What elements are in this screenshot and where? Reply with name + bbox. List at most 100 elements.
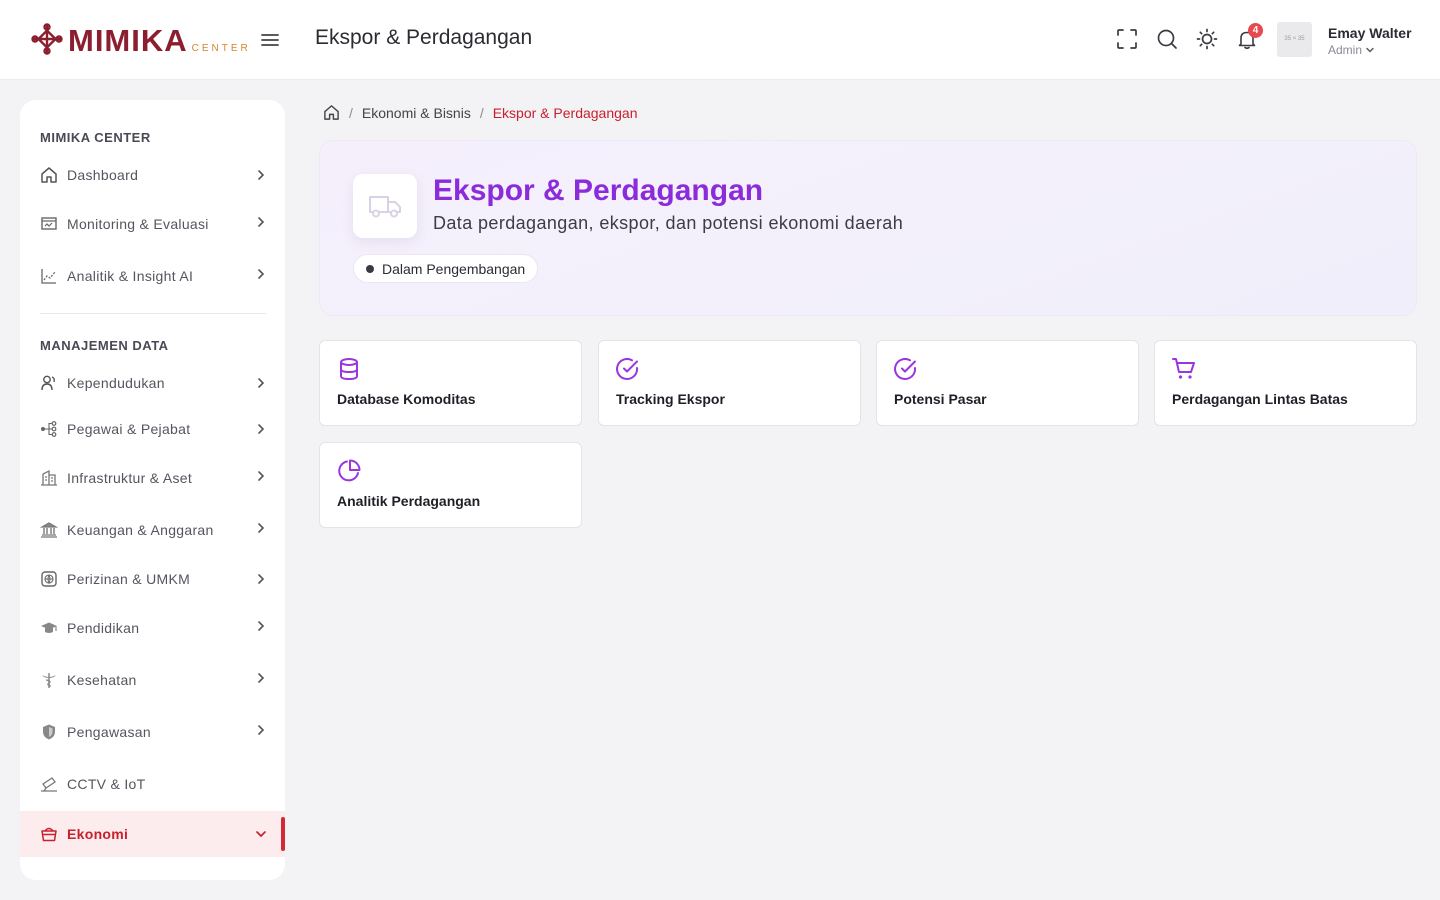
card-label: Analitik Perdagangan	[337, 493, 481, 509]
card-tracking-ekspor[interactable]: Tracking Ekspor	[598, 340, 861, 426]
sidebar-item-dashboard[interactable]: Dashboard	[20, 153, 285, 197]
chevron-right-icon	[258, 574, 265, 584]
card-perdagangan-lintas-batas[interactable]: Perdagangan Lintas Batas	[1154, 340, 1417, 426]
sidebar-item-label: Analitik & Insight AI	[67, 268, 194, 284]
logo-subtext: CENTER	[191, 43, 251, 54]
card-potensi-pasar[interactable]: Potensi Pasar	[876, 340, 1139, 426]
sidebar-item-label: Kependudukan	[67, 375, 165, 391]
hero-subtitle: Data perdagangan, ekspor, dan potensi ek…	[433, 213, 904, 233]
fullscreen-icon[interactable]	[1116, 28, 1138, 50]
search-icon[interactable]	[1156, 28, 1178, 50]
sidebar-item-cctv[interactable]: CCTV & IoT	[20, 762, 285, 806]
sidebar-item-kesehatan[interactable]: Kesehatan	[20, 658, 285, 702]
top-header: MIMIKA CENTER Ekspor & Perdagangan 4 35 …	[0, 0, 1440, 80]
hero-icon-box	[353, 174, 417, 238]
org-chart-icon	[41, 421, 57, 437]
caduceus-icon	[42, 673, 56, 688]
logo-mark-icon	[31, 23, 63, 55]
sidebar-item-label: Infrastruktur & Aset	[67, 470, 193, 486]
home-icon	[41, 167, 57, 183]
card-database-komoditas[interactable]: Database Komoditas	[319, 340, 582, 426]
sidebar-item-label: Dashboard	[67, 167, 139, 183]
sidebar-item-infrastruktur[interactable]: Infrastruktur & Aset	[20, 456, 285, 500]
bank-icon	[40, 522, 58, 538]
building-icon	[41, 469, 57, 486]
graduation-cap-icon	[41, 622, 57, 633]
user-role-label: Admin	[1328, 43, 1363, 57]
card-label: Perdagangan Lintas Batas	[1172, 391, 1348, 407]
logo[interactable]: MIMIKA CENTER	[30, 22, 251, 56]
breadcrumb-separator: /	[349, 104, 353, 121]
shield-icon	[43, 724, 55, 740]
chevron-right-icon	[258, 673, 265, 683]
chevron-right-icon	[258, 523, 265, 533]
sidebar-divider	[40, 313, 266, 314]
sidebar-item-label: Kesehatan	[67, 672, 137, 688]
sidebar-item-ekonomi[interactable]: Ekonomi	[20, 811, 285, 857]
sidebar-section-title: MANAJEMEN DATA	[40, 338, 169, 353]
check-circle-icon	[894, 357, 917, 380]
chevron-right-icon	[258, 269, 265, 279]
license-icon	[41, 571, 57, 587]
logo-text: MIMIKA	[68, 23, 188, 58]
sidebar-item-label: Pegawai & Pejabat	[67, 421, 191, 437]
sidebar-item-label: Ekonomi	[67, 826, 129, 842]
sidebar-item-analitik[interactable]: Analitik & Insight AI	[20, 254, 285, 298]
chevron-right-icon	[258, 170, 265, 180]
chevron-right-icon	[258, 725, 265, 735]
sidebar-item-label: Pendidikan	[67, 620, 140, 636]
page-hero: Ekspor & Perdagangan Data perdagangan, e…	[319, 140, 1417, 316]
cart-icon	[1172, 358, 1195, 379]
sidebar-item-pegawai[interactable]: Pegawai & Pejabat	[20, 407, 285, 451]
user-name[interactable]: Emay Walter	[1328, 25, 1412, 41]
pie-chart-icon	[338, 459, 361, 482]
chart-icon	[41, 269, 56, 284]
basket-icon	[41, 827, 57, 842]
hamburger-menu-icon[interactable]	[260, 30, 280, 50]
sidebar-item-kependudukan[interactable]: Kependudukan	[20, 361, 285, 405]
status-badge: Dalam Pengembangan	[353, 254, 539, 283]
theme-sun-icon[interactable]	[1196, 28, 1218, 50]
card-label: Potensi Pasar	[894, 391, 987, 407]
chevron-down-icon	[256, 831, 266, 838]
sidebar-item-label: Pengawasan	[67, 724, 151, 740]
monitor-icon	[41, 217, 57, 230]
breadcrumb: / Ekonomi & Bisnis / Ekspor & Perdaganga…	[323, 104, 637, 121]
sidebar-item-keuangan[interactable]: Keuangan & Anggaran	[20, 508, 285, 552]
avatar[interactable]: 35 × 35	[1277, 22, 1312, 57]
notification-badge: 4	[1248, 23, 1263, 38]
sidebar-item-label: Perizinan & UMKM	[67, 571, 191, 587]
status-label: Dalam Pengembangan	[382, 260, 526, 277]
card-analitik-perdagangan[interactable]: Analitik Perdagangan	[319, 442, 582, 528]
card-label: Database Komoditas	[337, 391, 476, 407]
sidebar-item-monitoring[interactable]: Monitoring & Evaluasi	[20, 202, 285, 246]
chevron-down-icon	[1366, 47, 1374, 53]
page-title: Ekspor & Perdagangan	[315, 26, 533, 49]
breadcrumb-parent[interactable]: Ekonomi & Bisnis	[362, 105, 471, 121]
camera-icon	[41, 777, 57, 792]
chevron-right-icon	[258, 471, 265, 481]
sidebar-item-pengawasan[interactable]: Pengawasan	[20, 710, 285, 754]
chevron-right-icon	[258, 424, 265, 434]
chevron-right-icon	[258, 378, 265, 388]
chevron-right-icon	[258, 621, 265, 631]
truck-icon	[369, 196, 401, 218]
home-icon[interactable]	[323, 104, 340, 121]
check-circle-icon	[616, 357, 639, 380]
card-label: Tracking Ekspor	[616, 391, 725, 407]
database-icon	[340, 358, 358, 381]
breadcrumb-separator: /	[479, 104, 484, 121]
status-dot-icon	[366, 264, 374, 273]
sidebar-item-label: Keuangan & Anggaran	[67, 522, 214, 538]
sidebar-section-title: MIMIKA CENTER	[40, 130, 151, 145]
hero-title: Ekspor & Perdagangan	[433, 174, 764, 207]
sidebar-item-label: Monitoring & Evaluasi	[67, 216, 209, 232]
active-indicator	[281, 817, 285, 851]
sidebar: MIMIKA CENTER Dashboard Monitoring & Eva…	[20, 100, 285, 880]
chevron-right-icon	[258, 217, 265, 227]
users-icon	[41, 375, 55, 391]
sidebar-item-perizinan[interactable]: Perizinan & UMKM	[20, 557, 285, 601]
breadcrumb-current: Ekspor & Perdagangan	[492, 104, 638, 121]
sidebar-item-pendidikan[interactable]: Pendidikan	[20, 606, 285, 650]
user-role-dropdown[interactable]: Admin	[1328, 43, 1375, 57]
